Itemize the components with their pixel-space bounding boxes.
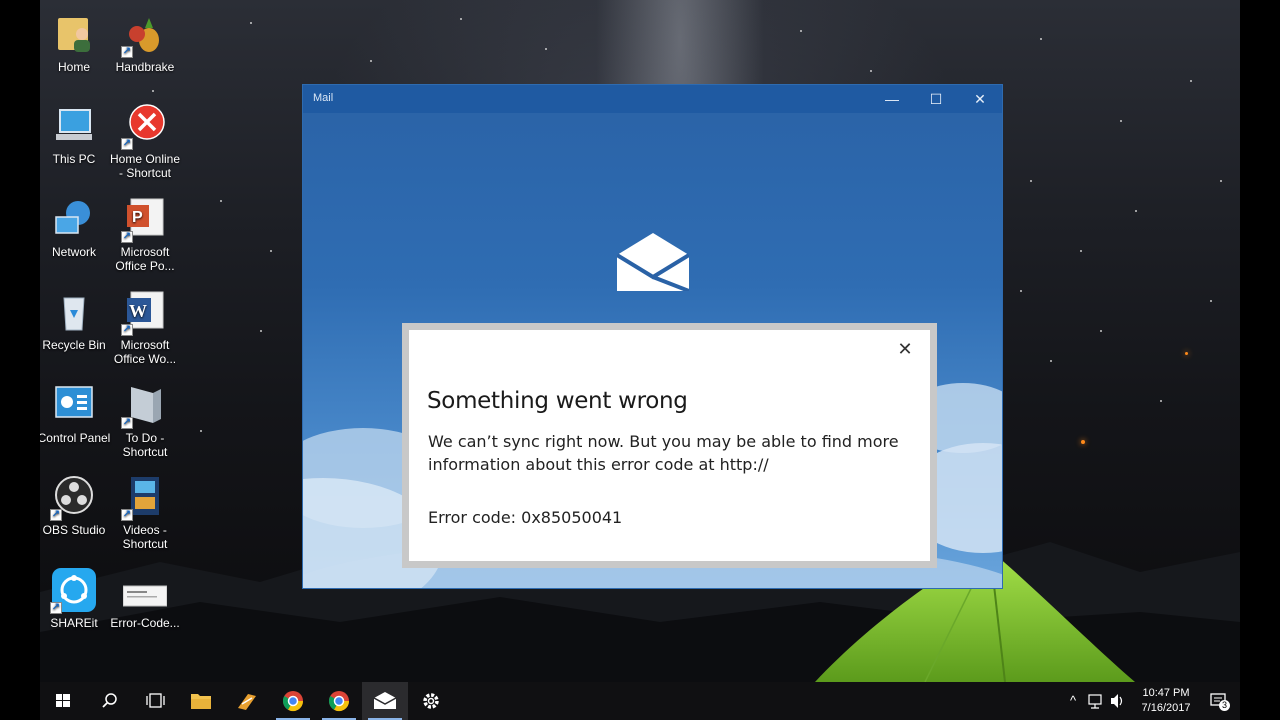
desktop-icon-label: Videos - Shortcut (122, 523, 168, 551)
taskbar-pinned-app[interactable] (224, 682, 270, 720)
desktop-icon-powerpoint[interactable]: P ↗ Microsoft Office Po... (108, 197, 182, 273)
taskbar-chrome-1[interactable] (270, 682, 316, 720)
mail-icon (373, 692, 397, 709)
handbrake-icon: ↗ (121, 12, 167, 58)
desktop-icon-label: To Do - Shortcut (122, 431, 168, 459)
desktop-icon-label: Home Online - Shortcut (109, 152, 181, 180)
desktop-icon-label: Microsoft Office Po... (115, 245, 175, 273)
todo-icon: ↗ (121, 383, 167, 429)
desktop-icon-todo[interactable]: ↗ To Do - Shortcut (108, 383, 182, 459)
control-panel-icon (52, 383, 96, 427)
taskbar: ^ 10:47 PM 7/16/2017 3 (40, 682, 1240, 720)
desktop-icon-obs[interactable]: ↗ OBS Studio (40, 475, 111, 537)
pinned-app-icon (238, 694, 256, 710)
network-tray-button[interactable] (1084, 682, 1106, 720)
desktop-icon-label: Handbrake (115, 60, 175, 74)
desktop-icon-shareit[interactable]: ↗ SHAREit (40, 568, 111, 630)
window-title: Mail (313, 92, 334, 104)
clock-time: 10:47 PM (1142, 687, 1190, 699)
task-view-icon (146, 693, 165, 708)
desktop-icon-label: Control Panel (40, 431, 111, 445)
videos-icon: ↗ (121, 475, 167, 521)
dialog-message: We can’t sync right now. But you may be … (428, 432, 899, 474)
error-code-text: Error code: 0x85050041 (428, 508, 623, 527)
powerpoint-icon: P ↗ (121, 197, 167, 243)
taskbar-file-explorer[interactable] (178, 682, 224, 720)
network-status-icon (1088, 694, 1102, 709)
letterbox-right (1240, 0, 1280, 720)
svg-text:P: P (132, 209, 143, 226)
desktop-icon-videos[interactable]: ↗ Videos - Shortcut (108, 475, 182, 551)
folder-icon (191, 694, 211, 709)
desktop-icon-recycle-bin[interactable]: Recycle Bin (40, 290, 111, 352)
desktop-icon-control-panel[interactable]: Control Panel (40, 383, 111, 445)
desktop-icon-label: Microsoft Office Wo... (113, 338, 177, 366)
desktop-icon-label: This PC (52, 152, 96, 166)
desktop-icon-label: Recycle Bin (42, 338, 106, 352)
image-file-icon (122, 568, 168, 612)
search-button[interactable] (86, 682, 132, 720)
desktop-icon-label: Network (51, 245, 96, 259)
maximize-icon: ☐ (929, 91, 943, 107)
desktop-icon-home[interactable]: Home (40, 12, 111, 74)
dialog-heading: Something went wrong (427, 388, 688, 414)
desktop-icon-network[interactable]: Network (40, 197, 111, 259)
close-icon: ✕ (974, 91, 986, 107)
error-x-icon: ↗ (121, 104, 167, 150)
chevron-up-icon: ^ (1069, 693, 1077, 708)
svg-text:W: W (129, 301, 147, 321)
speaker-icon (1111, 694, 1123, 708)
gear-icon (423, 693, 439, 709)
mail-envelope-icon (617, 233, 689, 291)
desktop-icon-home-online[interactable]: ↗ Home Online - Shortcut (108, 104, 182, 180)
search-icon (102, 693, 117, 708)
desktop-icon-label: SHAREit (50, 616, 98, 630)
notification-count: 3 (1219, 700, 1230, 711)
mail-title-bar[interactable]: Mail — ☐ ✕ (303, 85, 1002, 113)
minimize-icon: — (885, 91, 899, 107)
network-icon (52, 197, 96, 241)
word-icon: W ↗ (121, 290, 167, 336)
clock-date: 7/16/2017 (1141, 702, 1191, 714)
start-button[interactable] (40, 682, 86, 720)
volume-tray-button[interactable] (1106, 682, 1128, 720)
campfire-light (1081, 440, 1085, 444)
dialog-close-button[interactable]: ✕ (894, 338, 916, 360)
desktop-icon-handbrake[interactable]: ↗ Handbrake (108, 12, 182, 74)
desktop-icon-error-code-image[interactable]: Error-Code... (108, 568, 182, 630)
chrome-icon (328, 691, 350, 712)
show-hidden-icons-button[interactable]: ^ (1062, 682, 1084, 720)
obs-icon: ↗ (50, 475, 96, 521)
letterbox-left (0, 0, 40, 720)
taskbar-settings[interactable] (408, 682, 454, 720)
minimize-button[interactable]: — (870, 85, 914, 113)
computer-icon (52, 104, 96, 148)
chrome-icon (282, 691, 304, 712)
close-button[interactable]: ✕ (958, 85, 1002, 113)
task-view-button[interactable] (132, 682, 178, 720)
error-dialog-body: ✕ Something went wrong We can’t sync rig… (409, 330, 930, 561)
system-tray: ^ 10:47 PM 7/16/2017 3 (1040, 682, 1240, 720)
distant-light (1185, 352, 1188, 355)
desktop-icon-label: OBS Studio (42, 523, 106, 537)
action-center-button[interactable]: 3 (1206, 682, 1232, 720)
recycle-bin-icon (52, 290, 96, 334)
windows-logo-icon (56, 694, 70, 707)
desktop-icon-label: Error-Code... (110, 616, 180, 630)
taskbar-clock[interactable]: 10:47 PM 7/16/2017 (1134, 686, 1198, 716)
user-folder-icon (52, 12, 96, 56)
desktop-icon-word[interactable]: W ↗ Microsoft Office Wo... (108, 290, 182, 366)
maximize-button[interactable]: ☐ (914, 85, 958, 113)
desktop-icon-label: Home (57, 60, 90, 74)
error-dialog: ✕ Something went wrong We can’t sync rig… (402, 323, 937, 568)
shareit-icon: ↗ (50, 568, 96, 614)
taskbar-chrome-2[interactable] (316, 682, 362, 720)
taskbar-mail[interactable] (362, 682, 408, 720)
desktop-icon-this-pc[interactable]: This PC (40, 104, 111, 166)
close-icon: ✕ (897, 339, 913, 359)
